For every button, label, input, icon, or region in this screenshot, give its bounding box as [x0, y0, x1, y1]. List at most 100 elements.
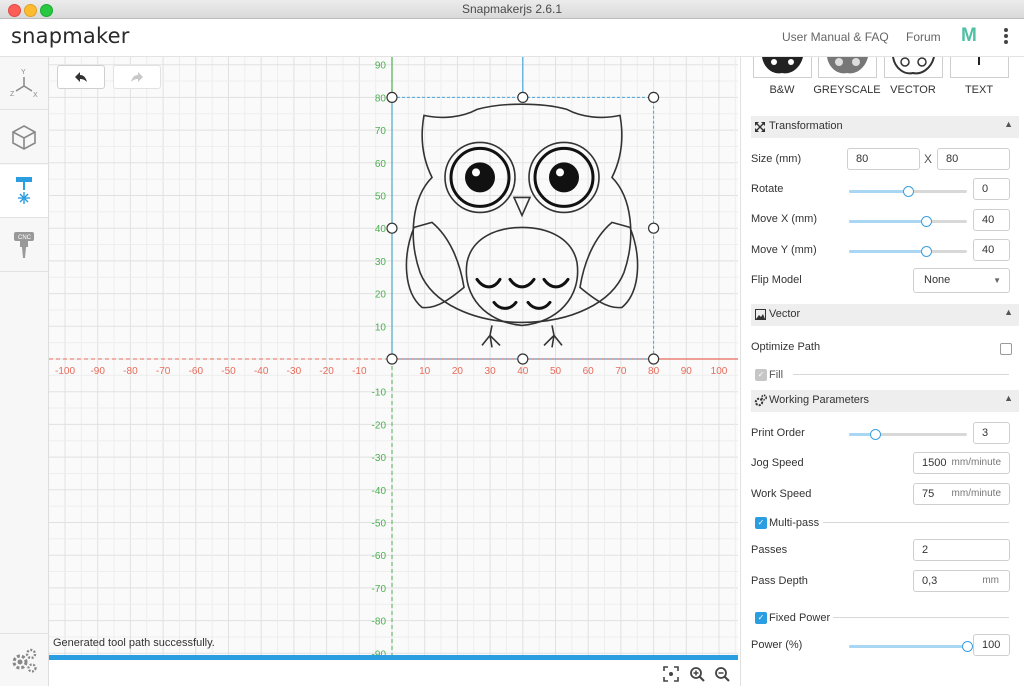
size-y-input[interactable]: 80: [937, 148, 1010, 170]
rotate-slider[interactable]: [849, 186, 967, 197]
collapse-chevron-icon[interactable]: ▲: [1004, 393, 1013, 403]
greyscale-mode-label[interactable]: GREYSCALE: [812, 84, 882, 96]
zoom-out-icon: [715, 667, 730, 682]
fill-label: Fill: [769, 369, 784, 381]
move-y-input[interactable]: 40: [973, 239, 1010, 261]
vector-title: Vector: [769, 308, 801, 320]
move-x-slider[interactable]: [849, 216, 967, 227]
jog-speed-input[interactable]: 1500 mm/minute: [913, 452, 1010, 474]
print-order-slider-knob[interactable]: [869, 429, 881, 440]
collapse-chevron-icon[interactable]: ▲: [1004, 307, 1013, 317]
forum-link[interactable]: Forum: [906, 30, 941, 44]
vector-mode-label[interactable]: VECTOR: [878, 84, 948, 96]
move-y-slider[interactable]: [849, 246, 967, 257]
laser-mode-button[interactable]: [0, 165, 48, 218]
settings-button[interactable]: [0, 633, 48, 686]
y-tick-label: 70: [375, 126, 387, 137]
canvas-toolbar: [49, 660, 738, 686]
move-x-slider-knob[interactable]: [920, 216, 932, 227]
cnc-mode-button[interactable]: CNC: [0, 219, 48, 272]
flip-model-select[interactable]: None ▼: [913, 268, 1010, 293]
redo-button[interactable]: [113, 65, 161, 89]
multi-pass-label: Multi-pass: [769, 517, 820, 529]
move-x-input[interactable]: 40: [973, 209, 1010, 231]
minimize-window-button[interactable]: [24, 4, 37, 17]
jog-speed-label: Jog Speed: [751, 457, 804, 469]
axes-view-button[interactable]: Y Z X: [0, 57, 48, 110]
maximize-window-button[interactable]: [40, 4, 53, 17]
bw-mode-card[interactable]: [753, 57, 812, 78]
workspace-canvas[interactable]: -100 -90 -80 -70 -60 -50 -40 -30 -20 -10 10 20 30 40 5…: [49, 57, 738, 656]
vector-mode-card[interactable]: [884, 57, 943, 78]
selection-handle: [386, 91, 398, 104]
print-order-input[interactable]: 3: [973, 422, 1010, 444]
text-mode-label[interactable]: TEXT: [944, 84, 1014, 96]
move-y-label: Move Y (mm): [751, 244, 817, 256]
owl-right-foot: [543, 325, 563, 348]
image-icon: [755, 309, 766, 320]
rotate-label: Rotate: [751, 183, 784, 195]
size-x-input[interactable]: 80: [847, 148, 920, 170]
print-order-slider[interactable]: [849, 429, 967, 440]
power-slider[interactable]: [849, 641, 973, 652]
x-tick-label: -30: [287, 366, 302, 377]
bw-mode-label[interactable]: B&W: [747, 84, 817, 96]
greyscale-mode-card[interactable]: [818, 57, 877, 78]
3d-print-mode-button[interactable]: [0, 111, 48, 164]
close-window-button[interactable]: [8, 4, 21, 17]
left-sidebar: Y Z X CNC: [0, 57, 49, 686]
selection-handle: [647, 222, 660, 234]
svg-text:CNC: CNC: [18, 235, 32, 241]
y-tick-label: -20: [372, 420, 387, 431]
undo-button[interactable]: [57, 65, 105, 89]
multi-pass-checkbox[interactable]: ✓: [755, 517, 767, 529]
fill-checkbox[interactable]: ✓: [755, 369, 767, 381]
optimize-path-checkbox[interactable]: [1000, 343, 1012, 355]
x-tick-label: -50: [221, 366, 236, 377]
fixed-power-divider: [833, 617, 1009, 618]
svg-text:X: X: [33, 92, 38, 99]
x-tick-label: 10: [419, 366, 431, 377]
power-input[interactable]: 100: [973, 634, 1010, 656]
y-tick-label: -50: [372, 519, 387, 530]
move-y-slider-knob[interactable]: [920, 246, 932, 257]
owl-belly: [465, 226, 579, 327]
text-mode-card[interactable]: [950, 57, 1009, 78]
x-tick-label: 70: [615, 366, 627, 377]
x-tick-label: -70: [156, 366, 171, 377]
x-tick-label: -80: [123, 366, 138, 377]
more-vertical-icon[interactable]: [1001, 26, 1011, 46]
cnc-icon: CNC: [14, 232, 34, 258]
flip-model-value: None: [924, 274, 951, 286]
grid: -100 -90 -80 -70 -60 -50 -40 -30 -20 -10 10 20 30 40 5…: [49, 57, 738, 656]
vector-section-header[interactable]: Vector ▲: [751, 304, 1019, 326]
x-tick-label: 20: [452, 366, 464, 377]
x-tick-label: -90: [90, 366, 105, 377]
passes-input[interactable]: 2: [913, 539, 1010, 561]
working-parameters-section-header[interactable]: Working Parameters ▲: [751, 390, 1019, 412]
pass-depth-unit: mm: [982, 575, 999, 586]
collapse-chevron-icon[interactable]: ▲: [1004, 119, 1013, 129]
size-label: Size (mm): [751, 153, 802, 165]
owl-left-glint: [472, 168, 480, 177]
rotate-slider-knob[interactable]: [903, 186, 914, 197]
work-speed-input[interactable]: 75 mm/minute: [913, 483, 1010, 505]
jog-speed-value: 1500: [922, 457, 947, 469]
transformation-section-header[interactable]: Transformation ▲: [751, 116, 1019, 138]
rotate-input[interactable]: 0: [973, 178, 1010, 200]
x-tick-label: 50: [550, 366, 562, 377]
power-slider-knob[interactable]: [962, 641, 973, 652]
optimize-path-label: Optimize Path: [751, 341, 821, 353]
y-tick-label: 80: [375, 93, 387, 104]
chevron-down-icon: ▼: [993, 276, 1001, 285]
settings-gear-icon: [12, 648, 37, 673]
pass-depth-input[interactable]: 0,3 mm: [913, 570, 1010, 592]
user-manual-link[interactable]: User Manual & FAQ: [782, 30, 889, 44]
zoom-in-button[interactable]: [689, 666, 705, 682]
selection-handle: [647, 91, 660, 104]
fixed-power-checkbox[interactable]: ✓: [755, 612, 767, 624]
fit-view-button[interactable]: [663, 666, 679, 682]
owl-left-foot: [481, 325, 501, 348]
y-tick-label: 60: [375, 159, 387, 170]
zoom-out-button[interactable]: [714, 666, 730, 682]
